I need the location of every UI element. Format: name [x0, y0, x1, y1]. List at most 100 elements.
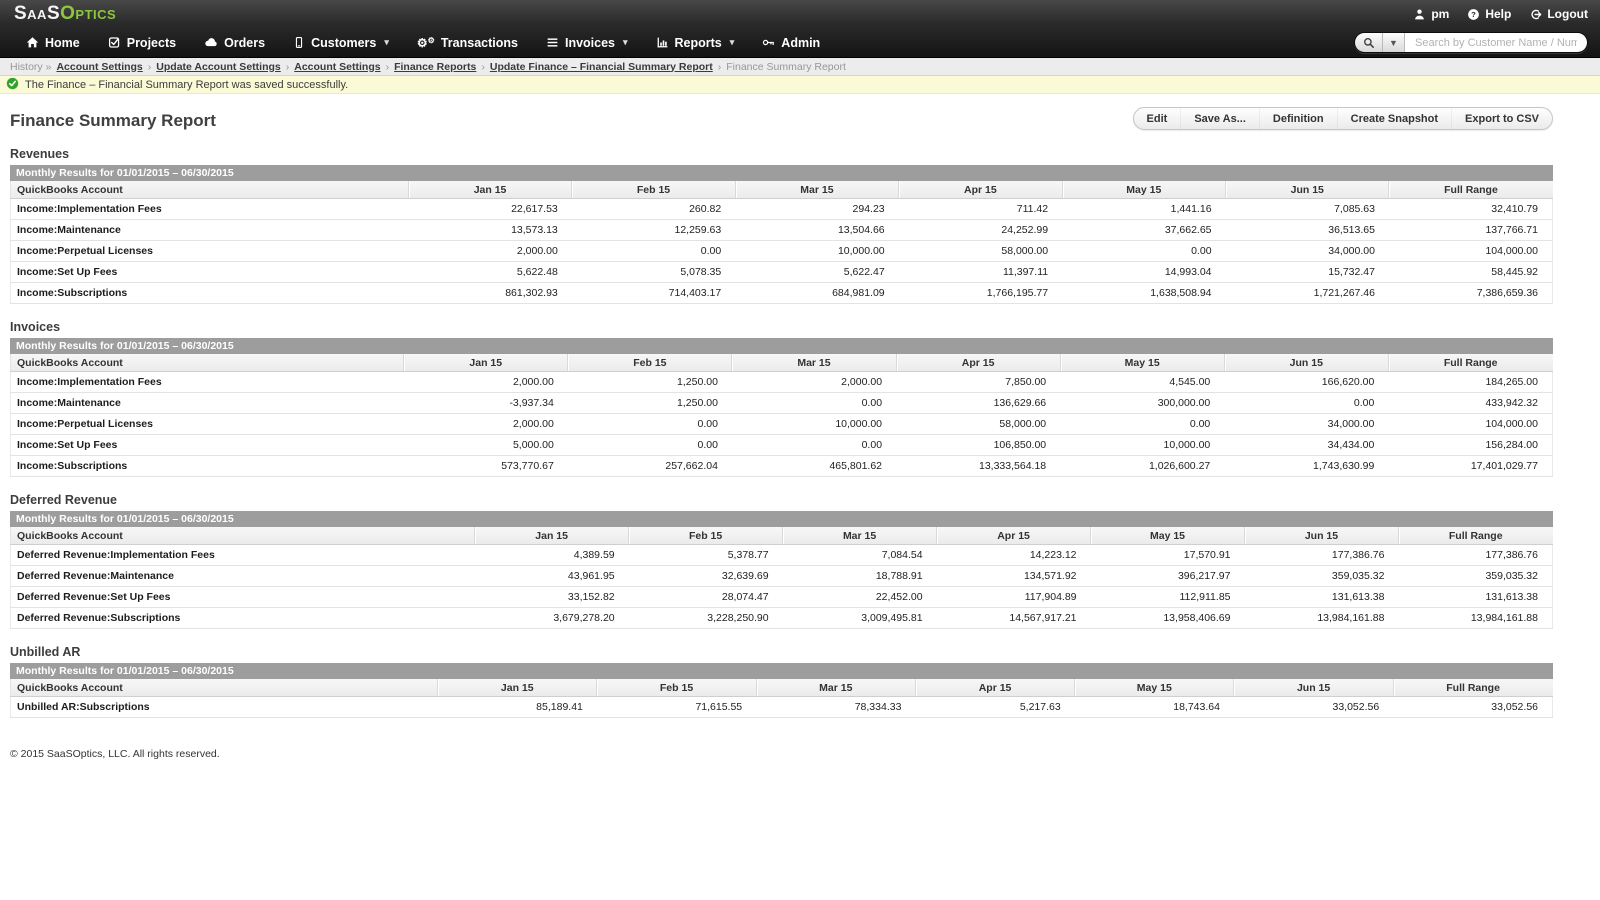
- key-icon: [762, 36, 775, 49]
- breadcrumb-separator: ›: [481, 60, 485, 73]
- column-header: Mar 15: [731, 354, 897, 372]
- search-button[interactable]: [1355, 33, 1383, 52]
- value-cell: 0.00: [731, 392, 897, 414]
- account-cell: Deferred Revenue:Maintenance: [9, 565, 475, 587]
- breadcrumb-link[interactable]: Update Finance – Financial Summary Repor…: [490, 61, 713, 73]
- chevron-down-icon: ▾: [729, 37, 735, 47]
- value-cell: 1,766,195.77: [898, 282, 1063, 304]
- nav-item-invoices[interactable]: Invoices ▾: [534, 32, 640, 54]
- nav-item-customers[interactable]: Customers ▾: [281, 32, 401, 54]
- column-header: Mar 15: [734, 181, 899, 199]
- report-toolbar: Edit Save As... Definition Create Snapsh…: [1132, 107, 1553, 130]
- save-as-button[interactable]: Save As...: [1180, 108, 1259, 129]
- nav-label: Admin: [781, 35, 821, 50]
- value-cell: 22,617.53: [408, 198, 572, 220]
- value-cell: 1,250.00: [567, 371, 732, 393]
- column-header: Jan 15: [407, 181, 572, 199]
- breadcrumb-separator: ›: [385, 60, 390, 73]
- value-cell: 177,386.76: [1244, 544, 1399, 566]
- logo-text-optics: Optics: [60, 3, 117, 24]
- value-cell: 465,801.62: [731, 455, 897, 477]
- value-cell: 0.00: [1224, 392, 1389, 414]
- account-cell: Deferred Revenue:Implementation Fees: [9, 544, 475, 566]
- breadcrumb-link[interactable]: Finance Reports: [394, 61, 476, 73]
- value-cell: 58,000.00: [898, 240, 1063, 262]
- create-snapshot-button[interactable]: Create Snapshot: [1336, 108, 1451, 129]
- section-heading: Unbilled AR: [10, 645, 81, 659]
- breadcrumb-link[interactable]: Update Account Settings: [156, 61, 280, 73]
- user-menu-item[interactable]: pm: [1413, 7, 1449, 21]
- search-options-dropdown[interactable]: ▼: [1383, 33, 1405, 52]
- value-cell: 131,613.38: [1244, 586, 1399, 608]
- value-cell: 0.00: [567, 434, 732, 456]
- nav-label: Reports: [674, 35, 722, 50]
- nav-item-projects[interactable]: Projects: [96, 32, 188, 54]
- value-cell: 24,252.99: [898, 219, 1063, 241]
- export-csv-button[interactable]: Export to CSV: [1451, 108, 1552, 129]
- search-input[interactable]: [1405, 33, 1587, 52]
- saasoptics-logo[interactable]: SaaSOptics: [14, 3, 116, 25]
- results-table: QuickBooks Account Jan 15 Feb 15 Mar 15 Apr …: [10, 181, 1553, 304]
- column-header: Mar 15: [782, 527, 937, 545]
- value-cell: -3,937.34: [403, 392, 568, 414]
- value-cell: 4,545.00: [1060, 371, 1225, 393]
- chevron-down-icon: ▼: [1389, 37, 1398, 48]
- value-cell: 1,721,267.46: [1225, 282, 1389, 304]
- logo-text-saas: SaaS: [14, 3, 61, 24]
- nav-item-home[interactable]: Home: [14, 32, 92, 54]
- home-icon: [26, 36, 39, 49]
- value-cell: 104,000.00: [1388, 413, 1554, 435]
- report-section-revenues: Revenues Monthly Results for 01/01/2015 –…: [10, 147, 1553, 304]
- account-cell: Income:Implementation Fees: [9, 371, 404, 393]
- value-cell: 2,000.00: [403, 413, 568, 435]
- column-header: Mar 15: [755, 679, 916, 697]
- column-header: Jan 15: [474, 527, 629, 545]
- value-cell: 10,000.00: [735, 240, 899, 262]
- breadcrumb-link[interactable]: Account Settings: [56, 61, 142, 73]
- help-button[interactable]: ? Help: [1467, 7, 1511, 21]
- column-header: QuickBooks Account: [9, 527, 475, 545]
- value-cell: 1,250.00: [567, 392, 732, 414]
- nav-label: Customers: [311, 35, 377, 50]
- breadcrumb-link[interactable]: Account Settings: [294, 61, 380, 73]
- value-cell: 136,629.66: [896, 392, 1061, 414]
- value-cell: 2,000.00: [408, 240, 572, 262]
- period-bar: Monthly Results for 01/01/2015 – 06/30/2…: [10, 511, 1553, 527]
- value-cell: 71,615.55: [596, 696, 757, 718]
- value-cell: 14,993.04: [1062, 261, 1226, 283]
- value-cell: 13,573.13: [408, 219, 572, 241]
- definition-button[interactable]: Definition: [1258, 108, 1337, 129]
- nav-item-transactions[interactable]: ⚙⚙ Transactions: [405, 32, 530, 54]
- logout-button[interactable]: Logout: [1529, 7, 1588, 21]
- report-section-invoices: Invoices Monthly Results for 01/01/2015 –…: [9, 320, 1554, 477]
- column-header: May 15: [1090, 527, 1245, 545]
- nav-label: Transactions: [440, 35, 518, 50]
- value-cell: 0.00: [1062, 240, 1226, 262]
- column-header: May 15: [1074, 679, 1234, 697]
- value-cell: 1,441.16: [1062, 198, 1226, 220]
- value-cell: 359,035.32: [1244, 565, 1399, 587]
- edit-button[interactable]: Edit: [1134, 108, 1181, 129]
- checkbox-icon: [108, 36, 121, 49]
- value-cell: 13,984,161.88: [1398, 607, 1554, 629]
- nav-item-orders[interactable]: Orders: [192, 32, 277, 54]
- column-header: Jan 15: [403, 354, 568, 372]
- history-prefix: History »: [10, 60, 52, 73]
- breadcrumb-separator: ›: [147, 60, 152, 73]
- main-nav: Home Projects Orders Customers ▾ ⚙⚙ Tran…: [14, 32, 832, 54]
- list-icon: [546, 36, 559, 49]
- column-header: Feb 15: [596, 679, 757, 697]
- app-header: SaaSOptics pm ? Help Logout Home Project…: [0, 0, 1600, 58]
- breadcrumb-current: Finance Summary Report: [726, 60, 846, 73]
- value-cell: 684,981.09: [735, 282, 899, 304]
- value-cell: 3,009,495.81: [782, 607, 937, 629]
- account-cell: Income:Implementation Fees: [10, 198, 409, 220]
- nav-item-reports[interactable]: Reports ▾: [644, 32, 747, 54]
- username: pm: [1431, 7, 1450, 21]
- success-check-icon: [6, 77, 19, 93]
- value-cell: 11,397.11: [898, 261, 1063, 283]
- nav-item-admin[interactable]: Admin: [750, 32, 832, 54]
- value-cell: 0.00: [731, 434, 897, 456]
- column-header: Feb 15: [571, 181, 736, 199]
- user-menu: pm ? Help Logout: [1413, 7, 1588, 21]
